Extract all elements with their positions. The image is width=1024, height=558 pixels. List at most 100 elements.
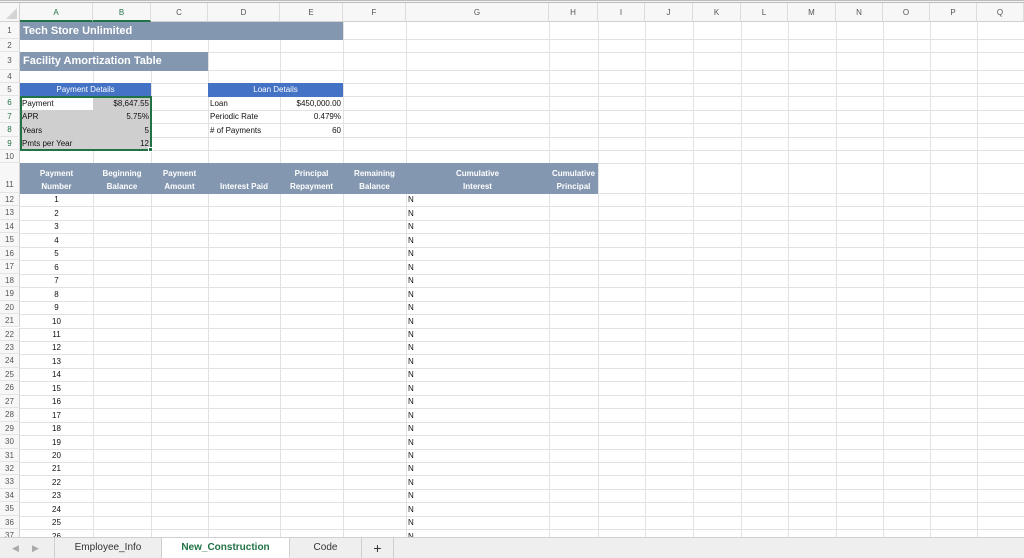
payment-number-cell[interactable]: 20 (20, 449, 93, 463)
cumulative-interest-cell[interactable]: N (406, 395, 549, 409)
cumulative-interest-cell[interactable]: N (406, 328, 549, 342)
row-header-28[interactable]: 28 (0, 408, 20, 422)
payment-detail-value[interactable]: 5.75% (93, 110, 151, 124)
table-header-repayment[interactable]: Principal Repayment (280, 163, 343, 194)
column-header-g[interactable]: G (406, 3, 549, 22)
loan-detail-label[interactable]: Loan (208, 96, 280, 111)
cumulative-interest-cell[interactable]: N (406, 247, 549, 261)
prev-sheet-arrow-icon[interactable]: ◀ (12, 538, 19, 558)
row-header-11[interactable]: 11 (0, 163, 20, 193)
row-header-21[interactable]: 21 (0, 314, 20, 328)
row-header-22[interactable]: 22 (0, 327, 20, 341)
row-header-10[interactable]: 10 (0, 150, 20, 163)
row-header-29[interactable]: 29 (0, 421, 20, 436)
row-header-27[interactable]: 27 (0, 394, 20, 409)
row-header-5[interactable]: 5 (0, 83, 20, 96)
row-header-8[interactable]: 8 (0, 123, 20, 137)
payment-number-cell[interactable]: 19 (20, 435, 93, 449)
payment-number-cell[interactable]: 24 (20, 502, 93, 516)
row-header-31[interactable]: 31 (0, 448, 20, 462)
column-header-i[interactable]: I (598, 3, 645, 22)
column-header-d[interactable]: D (208, 3, 280, 22)
row-header-18[interactable]: 18 (0, 273, 20, 288)
column-header-m[interactable]: M (788, 3, 836, 22)
sheet-tab-code[interactable]: Code (290, 538, 362, 558)
cumulative-interest-cell[interactable]: N (406, 516, 549, 530)
column-header-f[interactable]: F (343, 3, 406, 22)
row-header-17[interactable]: 17 (0, 260, 20, 274)
payment-number-cell[interactable]: 13 (20, 354, 93, 368)
sheet-subtitle[interactable]: Facility Amortization Table (20, 52, 208, 71)
payment-detail-value[interactable]: 5 (93, 123, 151, 138)
row-header-12[interactable]: 12 (0, 193, 20, 207)
payment-number-cell[interactable]: 17 (20, 408, 93, 422)
cumulative-interest-cell[interactable]: N (406, 462, 549, 476)
spreadsheet-grid[interactable]: ABCDEFGHIJKLMNOPQR 123456789101112131415… (0, 0, 1024, 537)
table-header-principal[interactable]: Cumulative Principal (549, 163, 598, 194)
cumulative-interest-cell[interactable]: N (406, 206, 549, 220)
table-header-interest-paid[interactable]: Interest Paid (208, 163, 280, 194)
payment-number-cell[interactable]: 18 (20, 422, 93, 436)
payment-detail-value[interactable]: $8,647.55 (93, 96, 151, 111)
loan-detail-value[interactable]: 0.479% (280, 110, 343, 124)
payment-detail-label[interactable]: Payment (20, 96, 93, 111)
column-header-a[interactable]: A (20, 3, 93, 22)
loan-details-header[interactable]: Loan Details (208, 83, 343, 97)
payment-detail-label[interactable]: Years (20, 123, 93, 138)
row-header-14[interactable]: 14 (0, 219, 20, 234)
add-sheet-button[interactable]: + (362, 538, 394, 558)
payment-detail-label[interactable]: APR (20, 110, 93, 124)
table-header-balance[interactable]: Beginning Balance (93, 163, 151, 194)
payment-number-cell[interactable]: 26 (20, 529, 93, 537)
payment-number-cell[interactable]: 4 (20, 233, 93, 247)
payment-number-cell[interactable]: 1 (20, 193, 93, 207)
column-header-n[interactable]: N (836, 3, 883, 22)
loan-detail-value[interactable]: 60 (280, 123, 343, 138)
payment-detail-label[interactable]: Pmts per Year (20, 137, 93, 151)
loan-detail-value[interactable]: $450,000.00 (280, 96, 343, 111)
payment-number-cell[interactable]: 3 (20, 220, 93, 234)
sheet-title[interactable]: Tech Store Unlimited (20, 22, 343, 40)
cumulative-interest-cell[interactable]: N (406, 489, 549, 503)
payment-number-cell[interactable]: 15 (20, 381, 93, 395)
cumulative-interest-cell[interactable]: N (406, 368, 549, 382)
payment-number-cell[interactable]: 11 (20, 328, 93, 342)
column-header-l[interactable]: L (741, 3, 788, 22)
payment-number-cell[interactable]: 7 (20, 274, 93, 288)
cumulative-interest-cell[interactable]: N (406, 354, 549, 368)
loan-detail-label[interactable]: # of Payments (208, 123, 280, 138)
loan-detail-label[interactable]: Periodic Rate (208, 110, 280, 124)
column-header-q[interactable]: Q (977, 3, 1024, 22)
row-header-19[interactable]: 19 (0, 287, 20, 301)
table-header-interest[interactable]: Cumulative Interest (406, 163, 549, 194)
row-header-6[interactable]: 6 (0, 96, 20, 110)
cumulative-interest-cell[interactable]: N (406, 502, 549, 516)
row-header-25[interactable]: 25 (0, 367, 20, 382)
column-header-p[interactable]: P (930, 3, 977, 22)
row-header-36[interactable]: 36 (0, 515, 20, 530)
row-header-9[interactable]: 9 (0, 137, 20, 150)
fill-handle[interactable] (148, 147, 153, 152)
cumulative-interest-cell[interactable]: N (406, 408, 549, 422)
row-header-24[interactable]: 24 (0, 354, 20, 368)
row-header-23[interactable]: 23 (0, 340, 20, 355)
cumulative-interest-cell[interactable]: N (406, 314, 549, 328)
payment-number-cell[interactable]: 22 (20, 475, 93, 489)
payment-details-header[interactable]: Payment Details (20, 83, 151, 97)
row-header-1[interactable]: 1 (0, 22, 20, 39)
payment-number-cell[interactable]: 2 (20, 206, 93, 220)
payment-number-cell[interactable]: 25 (20, 516, 93, 530)
cumulative-interest-cell[interactable]: N (406, 422, 549, 436)
row-header-33[interactable]: 33 (0, 475, 20, 489)
cumulative-interest-cell[interactable]: N (406, 260, 549, 274)
payment-number-cell[interactable]: 21 (20, 462, 93, 476)
payment-number-cell[interactable]: 9 (20, 301, 93, 315)
payment-number-cell[interactable]: 12 (20, 341, 93, 355)
column-header-b[interactable]: B (93, 3, 151, 22)
column-header-c[interactable]: C (151, 3, 208, 22)
column-header-j[interactable]: J (645, 3, 693, 22)
payment-number-cell[interactable]: 10 (20, 314, 93, 328)
row-header-16[interactable]: 16 (0, 246, 20, 261)
table-header-balance[interactable]: Remaining Balance (343, 163, 406, 194)
cumulative-interest-cell[interactable]: N (406, 301, 549, 315)
